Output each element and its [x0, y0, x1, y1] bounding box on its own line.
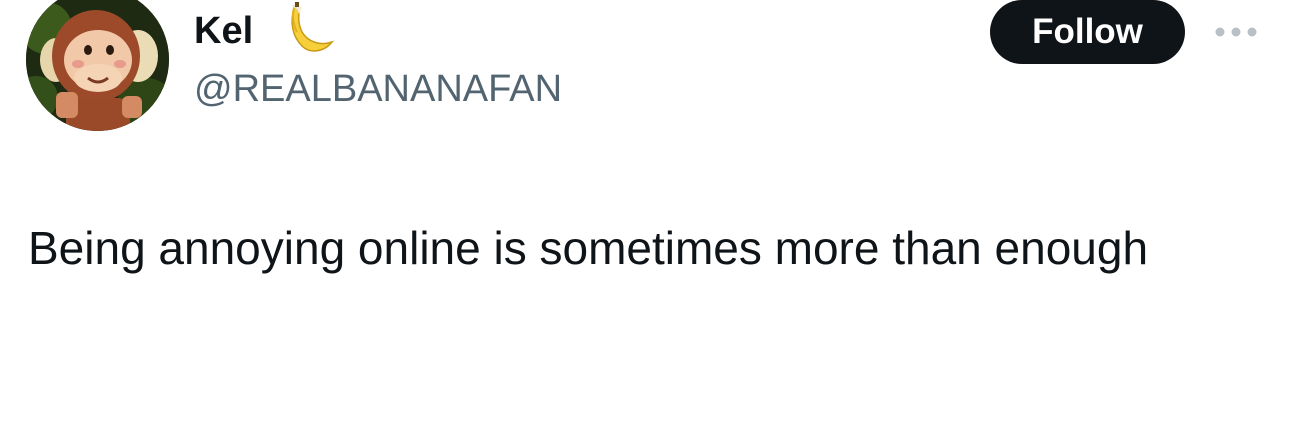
tweet-card: Kel @REALBANANAFAN Follow Being annoying…: [0, 0, 1290, 429]
follow-button[interactable]: Follow: [990, 0, 1185, 64]
banana-icon: [280, 2, 336, 58]
ellipsis-icon[interactable]: [1208, 18, 1264, 46]
author-avatar[interactable]: [26, 0, 169, 131]
tweet-text: Being annoying online is sometimes more …: [28, 222, 1149, 274]
monkey-avatar-image: [26, 0, 169, 131]
author-display-name[interactable]: Kel: [194, 8, 253, 54]
author-handle[interactable]: @REALBANANAFAN: [194, 66, 562, 112]
